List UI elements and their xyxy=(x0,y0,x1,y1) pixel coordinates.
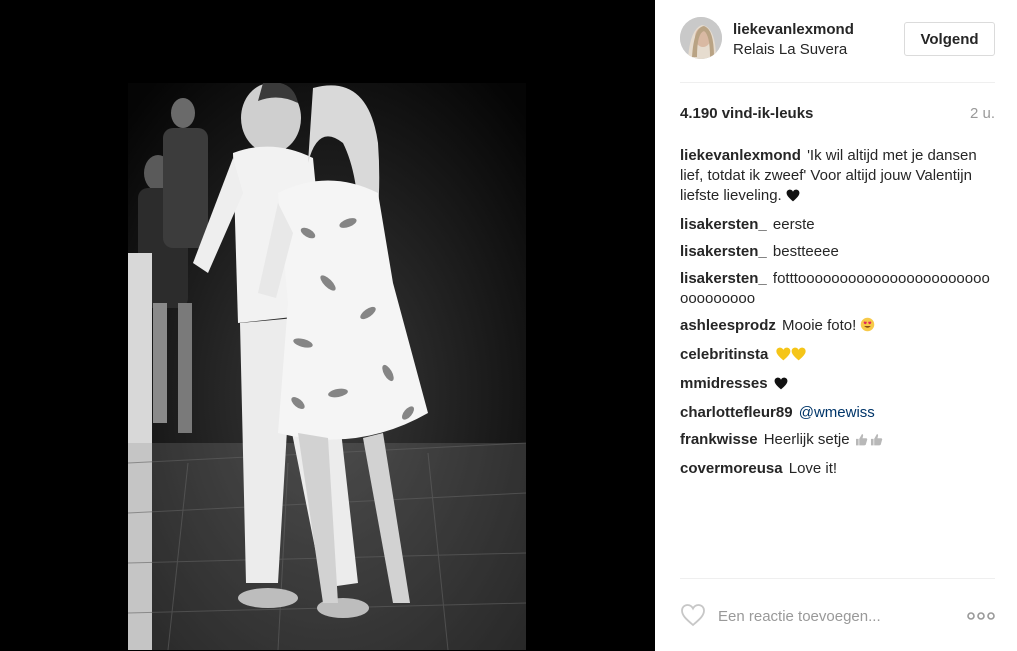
comment-item: mmidresses xyxy=(680,374,995,396)
black-heart-icon xyxy=(786,188,800,208)
avatar[interactable] xyxy=(680,17,722,59)
comment-text: bestteeee xyxy=(772,243,839,260)
comment-item: lisakersten_ fotttoooooooooooooooooooooo… xyxy=(680,269,995,309)
comment-author[interactable]: lisakersten_ xyxy=(680,216,767,233)
comment-item: lisakersten_ eerste xyxy=(680,215,995,235)
comment-footer xyxy=(680,596,995,636)
black-heart-icon xyxy=(774,376,788,396)
comment-item: celebritinsta xyxy=(680,345,995,367)
heart-eyes-icon xyxy=(860,317,875,338)
comment-author[interactable]: liekevanlexmond xyxy=(680,147,801,164)
comment-item: ashleesprodz Mooie foto! xyxy=(680,316,995,338)
follow-button[interactable]: Volgend xyxy=(904,22,995,56)
comment-item: covermoreusa Love it! xyxy=(680,459,995,479)
comment-list: liekevanlexmond 'Ik wil altijd met je da… xyxy=(680,146,995,486)
comment-item: charlottefleur89 @wmewiss xyxy=(680,403,995,423)
comment-mention[interactable]: @wmewiss xyxy=(799,404,875,421)
comment-author[interactable]: ashleesprodz xyxy=(680,317,776,334)
comment-input[interactable] xyxy=(718,604,948,628)
media-pane xyxy=(0,0,655,651)
comment-item: liekevanlexmond 'Ik wil altijd met je da… xyxy=(680,146,995,208)
comment-text: Heerlijk setje xyxy=(763,431,850,448)
comment-author[interactable]: lisakersten_ xyxy=(680,270,767,287)
comment-text: Mooie foto! xyxy=(782,317,857,334)
username-link[interactable]: liekevanlexmond xyxy=(733,21,854,38)
header-divider xyxy=(680,82,995,83)
likes-count[interactable]: 4.190 vind-ik-leuks xyxy=(680,105,813,122)
footer-divider xyxy=(680,578,995,579)
comment-text: eerste xyxy=(772,216,815,233)
comment-item: frankwisse Heerlijk setje xyxy=(680,430,995,452)
likes-row: 4.190 vind-ik-leuks 2 u. xyxy=(680,105,995,125)
heart-outline-icon[interactable] xyxy=(680,603,706,627)
location-link[interactable]: Relais La Suvera xyxy=(733,41,847,58)
photo-illustration xyxy=(128,83,526,650)
comment-author[interactable]: mmidresses xyxy=(680,375,768,392)
avatar-image xyxy=(680,17,722,59)
comment-author[interactable]: lisakersten_ xyxy=(680,243,767,260)
comment-author[interactable]: charlottefleur89 xyxy=(680,404,793,421)
comment-text: Love it! xyxy=(788,460,838,477)
comment-author[interactable]: covermoreusa xyxy=(680,460,783,477)
post-time[interactable]: 2 u. xyxy=(970,105,995,122)
yellow-hearts-icon xyxy=(775,347,807,367)
comment-author[interactable]: frankwisse xyxy=(680,431,758,448)
comment-item: lisakersten_ bestteeee xyxy=(680,242,995,262)
comment-author[interactable]: celebritinsta xyxy=(680,346,768,363)
thumbs-up-icon xyxy=(854,432,884,452)
more-options-icon[interactable] xyxy=(967,609,995,621)
post-photo[interactable] xyxy=(128,83,526,650)
post-sidebar: liekevanlexmond Relais La Suvera Volgend… xyxy=(655,0,1017,651)
post-header: liekevanlexmond Relais La Suvera Volgend xyxy=(680,17,995,67)
